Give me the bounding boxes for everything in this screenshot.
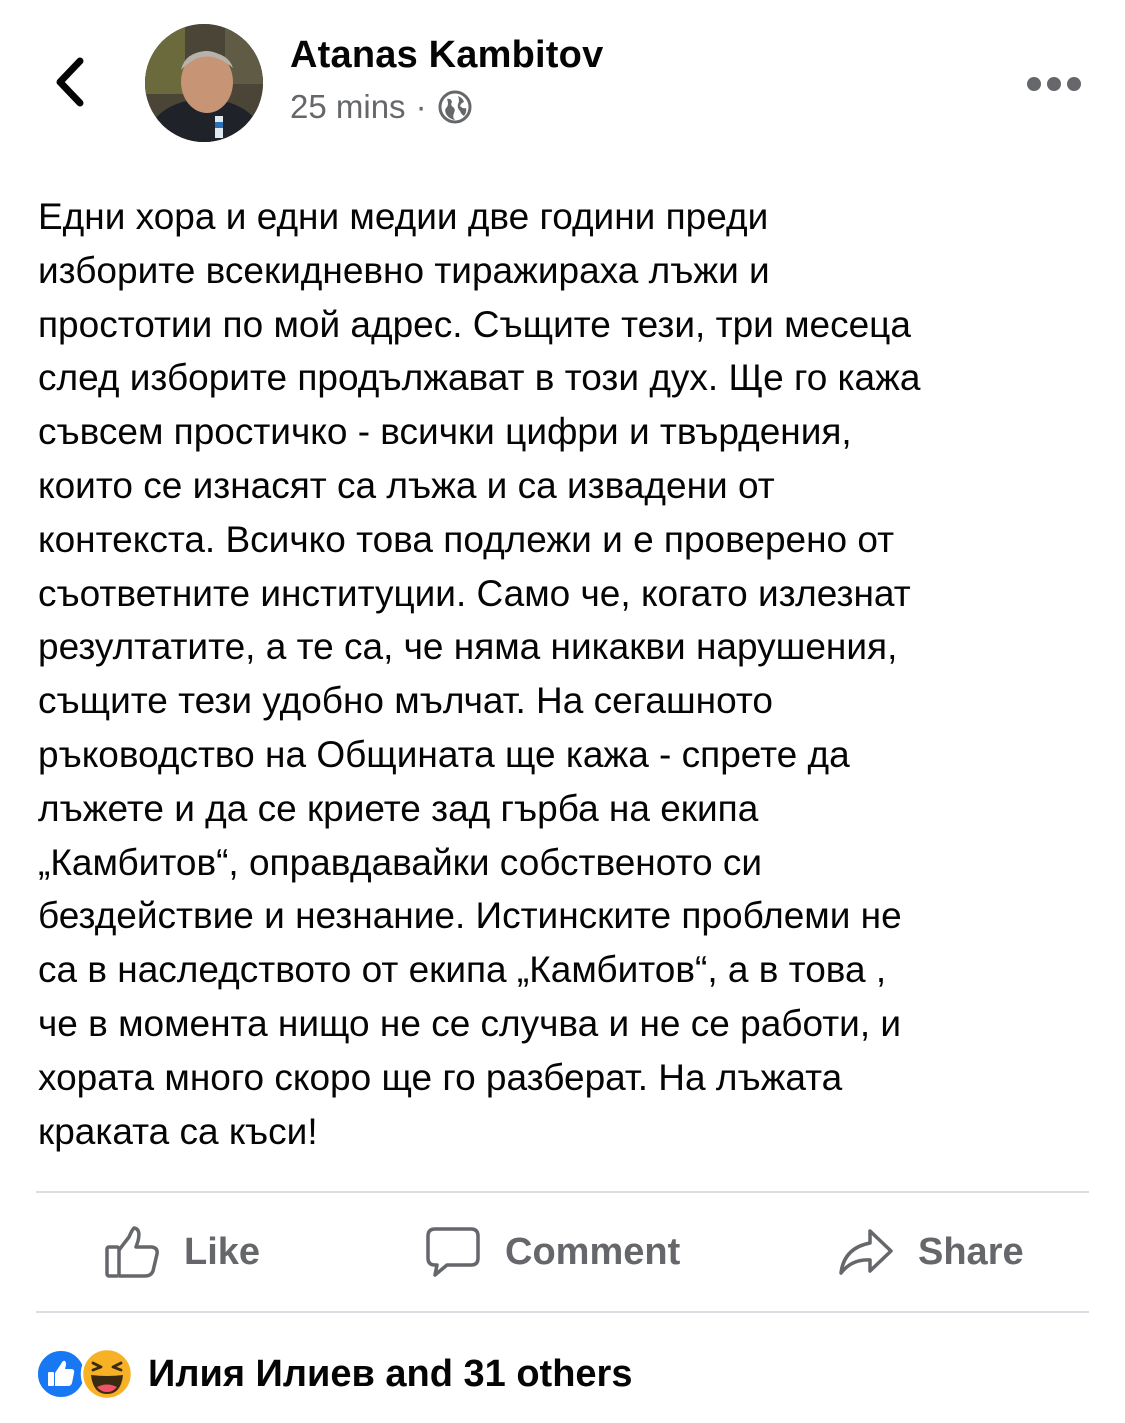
comment-button[interactable]: Comment [425,1193,680,1311]
reactions-summary[interactable]: Илия Илиев and 31 others [36,1346,632,1402]
chevron-left-icon [56,57,84,107]
post-actions-bar: Like Comment Share [0,1193,1125,1311]
comment-label: Comment [505,1230,681,1273]
avatar-photo [145,24,263,142]
share-label: Share [918,1230,1024,1273]
post-header: Atanas Kambitov 25 mins · [0,0,1125,160]
more-horizontal-icon [1027,77,1081,91]
like-button[interactable]: Like [104,1193,260,1311]
avatar[interactable] [145,24,263,142]
divider [36,1311,1089,1313]
more-options-button[interactable] [1022,64,1086,104]
back-button[interactable] [40,50,100,114]
meta-separator: · [415,88,427,125]
post-meta: 25 mins · [290,88,473,126]
reactions-summary-text: Илия Илиев and 31 others [148,1352,633,1395]
thumbs-up-icon [105,1226,159,1278]
globe-icon [437,89,473,125]
share-arrow-icon [839,1229,893,1275]
like-label: Like [184,1230,261,1273]
haha-reaction-icon [80,1347,134,1401]
share-button[interactable]: Share [838,1193,1024,1311]
comment-bubble-icon [426,1227,480,1277]
author-name[interactable]: Atanas Kambitov [290,34,603,77]
post-text: Едни хора и едни медии две години преди … [38,196,921,1152]
like-reaction-icon [36,1349,86,1399]
reaction-icons [36,1346,140,1402]
post-timestamp[interactable]: 25 mins [290,88,406,126]
